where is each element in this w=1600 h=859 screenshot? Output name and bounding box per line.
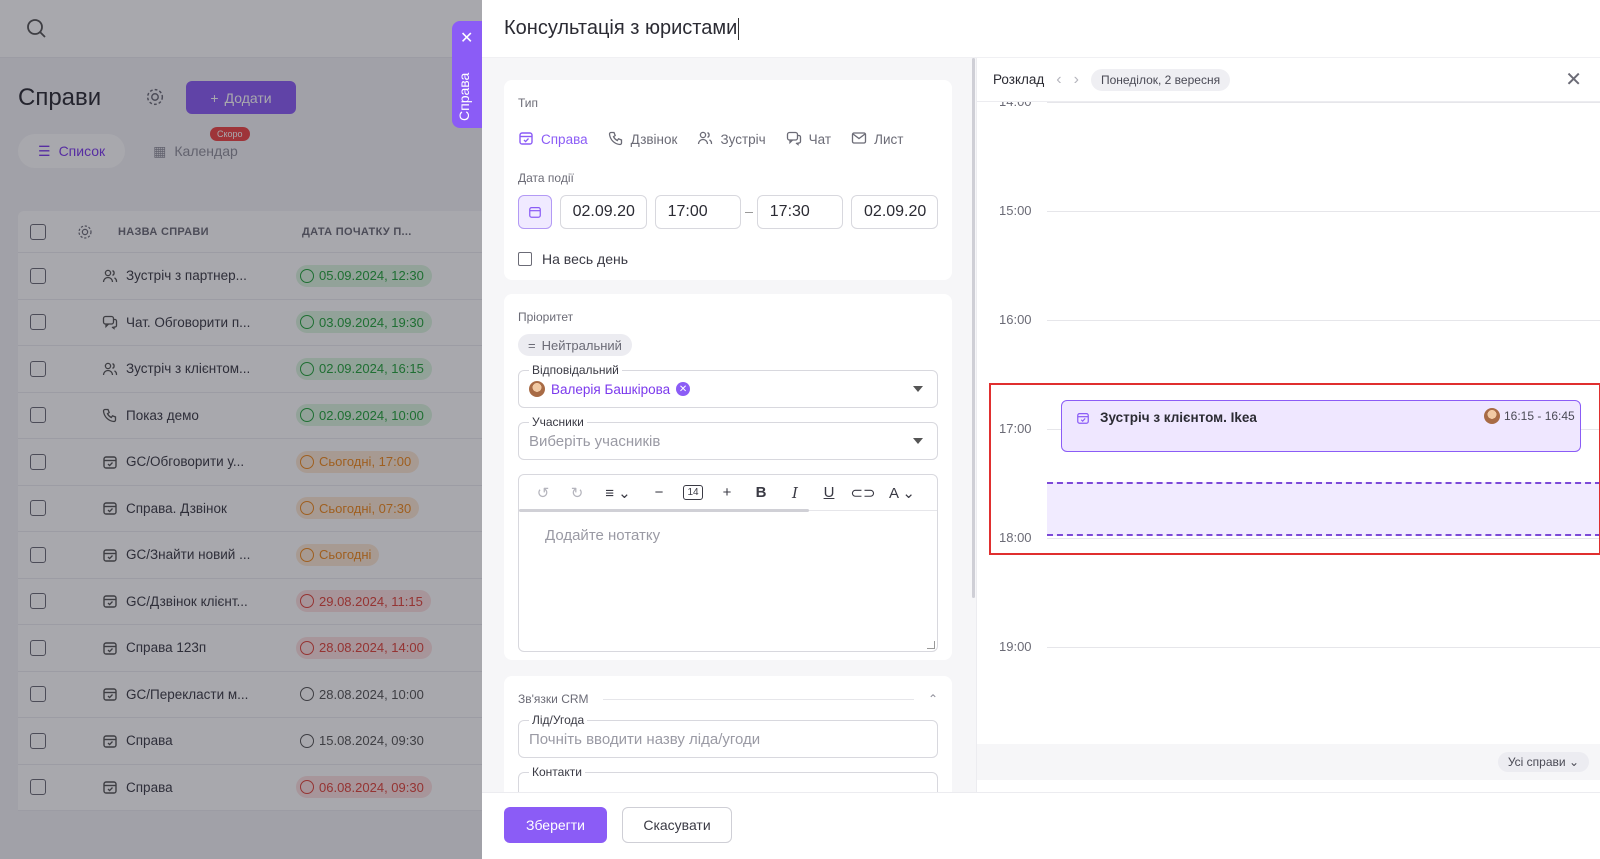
mail-icon bbox=[851, 130, 867, 149]
hour-label: 14:00 bbox=[999, 102, 1032, 109]
schedule-footer: Усі справи ⌄ bbox=[977, 744, 1600, 780]
start-date-field[interactable]: 02.09.20 bbox=[559, 195, 647, 229]
hour-line bbox=[1047, 211, 1600, 212]
hour-row: 15:00 bbox=[977, 203, 1600, 218]
text-color-icon[interactable]: A ⌄ bbox=[881, 479, 923, 507]
form-scrollbar[interactable] bbox=[972, 58, 975, 598]
end-time-field[interactable]: 17:30 bbox=[756, 195, 844, 229]
type-selector: Справа Дзвінок Зустріч Чат Лист bbox=[518, 130, 938, 149]
filter-dropdown[interactable]: Усі справи ⌄ bbox=[1497, 752, 1589, 772]
hour-row: 19:00 bbox=[977, 639, 1600, 654]
side-tab-label: Справа bbox=[456, 72, 472, 121]
divider bbox=[602, 698, 914, 700]
hour-label: 19:00 bbox=[999, 639, 1032, 654]
schedule-timeline[interactable]: 14:0015:0016:0017:0018:0019:00 Зустріч з… bbox=[977, 102, 1600, 718]
hour-row: 16:00 bbox=[977, 312, 1600, 327]
users-icon bbox=[697, 130, 713, 149]
calendar-icon bbox=[528, 207, 541, 218]
equals-icon: = bbox=[528, 337, 536, 353]
type-option-1[interactable]: Дзвінок bbox=[608, 130, 677, 149]
align-icon[interactable]: ≡ ⌄ bbox=[595, 479, 641, 507]
type-date-card: Тип Справа Дзвінок Зустріч Чат Лист Дата под… bbox=[504, 80, 952, 280]
text-cursor bbox=[738, 17, 740, 40]
task-title-input[interactable]: Консультація з юристами bbox=[482, 0, 1600, 58]
chevron-down-icon[interactable] bbox=[913, 386, 923, 392]
lead-label: Лід/Угода bbox=[529, 713, 588, 727]
side-tab[interactable]: ✕ Справа bbox=[452, 21, 482, 128]
chevron-right-icon[interactable]: › bbox=[1074, 71, 1079, 89]
participants-label: Учасники bbox=[529, 415, 587, 429]
redo-icon[interactable]: ↻ bbox=[561, 479, 593, 507]
remove-icon[interactable]: ✕ bbox=[676, 382, 691, 396]
italic-icon[interactable]: I bbox=[779, 479, 811, 507]
type-option-2[interactable]: Зустріч bbox=[697, 130, 766, 149]
modal-overlay[interactable] bbox=[0, 0, 482, 859]
link-icon[interactable]: ⊂⊃ bbox=[847, 479, 879, 507]
hour-label: 16:00 bbox=[999, 312, 1032, 327]
lead-field[interactable]: Лід/Угода Почніть вводити назву ліда/уго… bbox=[518, 713, 938, 758]
contacts-label: Контакти bbox=[529, 765, 585, 779]
range-dash bbox=[744, 211, 753, 213]
drawer-footer: Зберегти Скасувати bbox=[482, 792, 1600, 859]
toolbar-scrollbar[interactable] bbox=[519, 509, 809, 512]
schedule-panel: Розклад ‹ › Понеділок, 2 вересня ✕ 14:00… bbox=[972, 58, 1600, 792]
hour-line bbox=[1047, 320, 1600, 321]
chevron-up-icon[interactable]: ⌃ bbox=[928, 692, 938, 706]
end-date-field[interactable]: 02.09.20 bbox=[851, 195, 939, 229]
cancel-button[interactable]: Скасувати bbox=[622, 807, 732, 843]
responsible-chip: Валерія Башкірова ✕ bbox=[529, 381, 691, 397]
day-badge: Понеділок, 2 вересня bbox=[1090, 68, 1231, 91]
bold-icon[interactable]: B bbox=[745, 479, 777, 507]
crm-label: Зв'язки CRM bbox=[518, 692, 589, 706]
save-button[interactable]: Зберегти bbox=[504, 807, 607, 843]
decrease-size-icon[interactable]: − bbox=[643, 479, 675, 507]
editor-toolbar: ↺ ↻ ≡ ⌄ − 14 + B I U ⊂⊃ A ⌄ bbox=[519, 475, 937, 511]
avatar bbox=[529, 381, 545, 397]
undo-icon[interactable]: ↺ bbox=[527, 479, 559, 507]
calendar-button[interactable] bbox=[518, 195, 552, 229]
highlight-box bbox=[989, 383, 1600, 555]
priority-label: Пріоритет bbox=[518, 310, 574, 324]
crm-card: Зв'язки CRM ⌃ Лід/Угода Почніть вводити … bbox=[504, 676, 952, 792]
hour-line bbox=[1047, 647, 1600, 648]
resize-handle[interactable] bbox=[927, 641, 935, 649]
calendar-check-icon bbox=[518, 130, 534, 149]
event-date-label: Дата події bbox=[518, 171, 574, 185]
checkbox-box[interactable] bbox=[518, 252, 532, 266]
close-icon[interactable]: ✕ bbox=[460, 31, 473, 47]
underline-icon[interactable]: U bbox=[813, 479, 845, 507]
hour-label: 15:00 bbox=[999, 203, 1032, 218]
chat-icon bbox=[786, 130, 802, 149]
all-day-checkbox[interactable]: На весь день bbox=[518, 251, 938, 267]
hour-row: 14:00 bbox=[977, 102, 1600, 109]
responsible-label: Відповідальний bbox=[529, 363, 622, 377]
type-option-0[interactable]: Справа bbox=[518, 130, 588, 149]
start-time-field[interactable]: 17:00 bbox=[654, 195, 741, 229]
type-option-3[interactable]: Чат bbox=[786, 130, 831, 149]
close-icon[interactable]: ✕ bbox=[1565, 70, 1582, 90]
participants-field[interactable]: Учасники Виберіть учасників bbox=[518, 415, 938, 460]
schedule-title: Розклад bbox=[993, 72, 1045, 87]
hour-line bbox=[1047, 102, 1600, 103]
priority-selector[interactable]: = Нейтральний bbox=[518, 334, 632, 356]
chevron-down-icon[interactable] bbox=[913, 438, 923, 444]
contacts-field[interactable]: Контакти bbox=[518, 765, 938, 792]
increase-size-icon[interactable]: + bbox=[711, 479, 743, 507]
note-editor[interactable]: ↺ ↻ ≡ ⌄ − 14 + B I U ⊂⊃ A ⌄ Додайте нота… bbox=[518, 474, 938, 652]
type-option-4[interactable]: Лист bbox=[851, 130, 903, 149]
form-column: Тип Справа Дзвінок Зустріч Чат Лист Дата под… bbox=[482, 58, 976, 792]
phone-icon bbox=[608, 130, 624, 149]
type-label: Тип bbox=[518, 96, 539, 110]
task-drawer: Консультація з юристами Тип Справа Дзвіно… bbox=[482, 0, 1600, 859]
schedule-header: Розклад ‹ › Понеділок, 2 вересня bbox=[977, 58, 1600, 102]
details-card: Пріоритет = Нейтральний Відповідальний Ва… bbox=[504, 294, 952, 660]
responsible-field[interactable]: Відповідальний Валерія Башкірова ✕ bbox=[518, 363, 938, 408]
font-size-field[interactable]: 14 bbox=[677, 479, 709, 507]
chevron-left-icon[interactable]: ‹ bbox=[1056, 71, 1061, 89]
note-placeholder: Додайте нотатку bbox=[545, 527, 661, 544]
